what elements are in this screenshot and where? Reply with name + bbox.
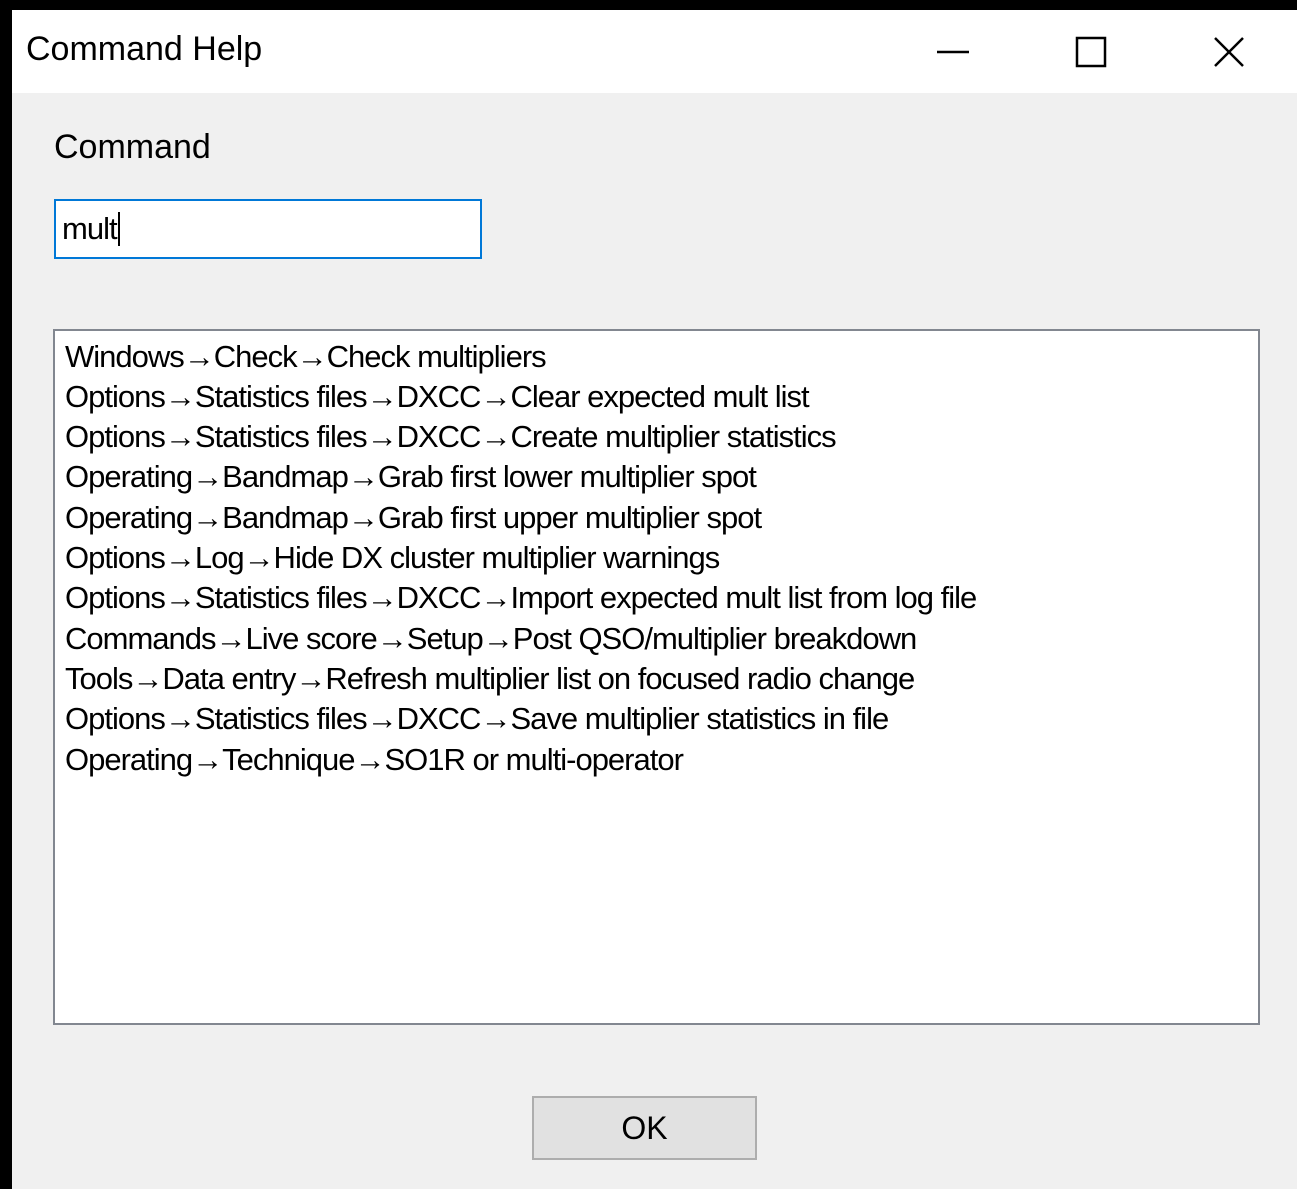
minimize-icon (937, 50, 969, 53)
text-caret (117, 212, 120, 246)
close-icon (1214, 36, 1244, 67)
command-input[interactable]: mult (54, 199, 482, 259)
minimize-button[interactable] (884, 10, 1022, 93)
ok-button[interactable]: OK (532, 1096, 757, 1160)
maximize-button[interactable] (1022, 10, 1160, 93)
list-item[interactable]: Tools→Data entry→Refresh multiplier list… (65, 659, 915, 699)
list-item[interactable]: Options→Statistics files→DXCC→Clear expe… (65, 377, 810, 417)
list-item[interactable]: Operating→Bandmap→Grab first upper multi… (65, 498, 762, 538)
command-help-dialog: Command Help Command mult Windows→Check→… (12, 10, 1297, 1189)
window-title: Command Help (26, 30, 263, 68)
list-item[interactable]: Windows→Check→Check multipliers (65, 337, 547, 377)
list-item[interactable]: Options→Statistics files→DXCC→Import exp… (65, 578, 977, 618)
close-button[interactable] (1160, 10, 1297, 93)
command-input-value: mult (62, 211, 118, 246)
maximize-icon (1075, 36, 1107, 67)
command-label: Command (54, 128, 211, 166)
list-item[interactable]: Operating→Bandmap→Grab first lower multi… (65, 457, 757, 497)
title-bar[interactable]: Command Help (12, 10, 1297, 93)
list-item[interactable]: Commands→Live score→Setup→Post QSO/multi… (65, 619, 917, 659)
list-item[interactable]: Operating→Technique→SO1R or multi-operat… (65, 740, 684, 780)
results-listbox[interactable]: Windows→Check→Check multipliers Options→… (53, 329, 1260, 1025)
list-item[interactable]: Options→Statistics files→DXCC→Save multi… (65, 699, 889, 739)
list-item[interactable]: Options→Statistics files→DXCC→Create mul… (65, 417, 837, 457)
list-item[interactable]: Options→Log→Hide DX cluster multiplier w… (65, 538, 720, 578)
